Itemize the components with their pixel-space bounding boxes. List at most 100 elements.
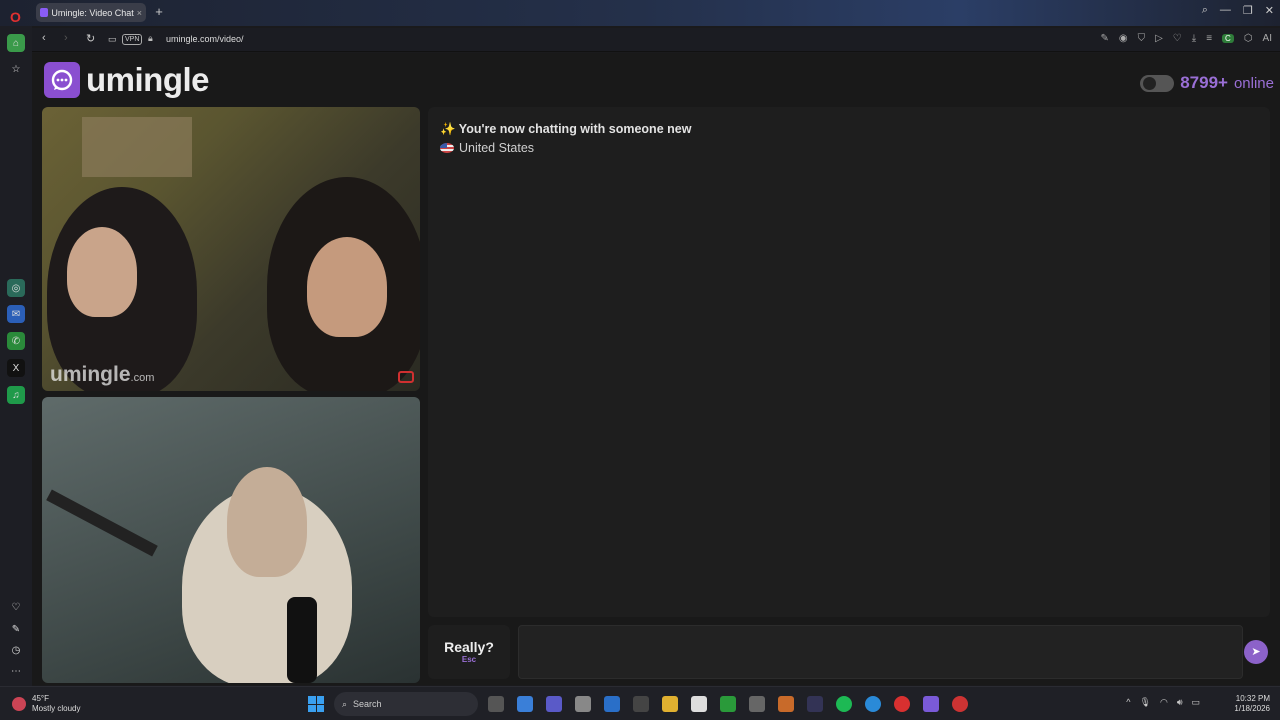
chatgpt-icon[interactable]: ◎ [7,279,25,297]
tray-chevron-icon[interactable]: ^ [1126,697,1130,708]
weather-cloud-icon [12,697,26,711]
watermark-suffix: .com [130,372,155,384]
steam-icon[interactable] [633,696,649,712]
wall-posters [82,117,192,177]
window-controls: ⌕ — ❐ ✕ [1202,4,1274,17]
blender-icon[interactable] [778,696,794,712]
home-icon[interactable]: ⌂ [7,34,25,52]
online-indicator: 8799+ online [1140,73,1274,93]
shield-icon[interactable]: ⛉ [1138,33,1146,44]
microphone [287,597,317,683]
system-message: ✨ You're now chatting with someone new [440,122,692,136]
chat-bubble-icon [44,62,80,98]
wifi-icon[interactable]: ◠ [1160,697,1168,708]
volume-icon[interactable]: 🔊︎ [1177,697,1183,708]
file-explorer-icon[interactable] [662,696,678,712]
url-field[interactable]: umingle.com/video/ [166,34,244,44]
whatsapp-icon[interactable]: ✆ [7,332,25,350]
page-content: umingle 8799+ online umingle.com ✨ You'r… [32,53,1280,685]
restore-icon[interactable]: ❐ [1243,4,1253,17]
windows-start-icon[interactable] [308,696,324,712]
skip-button[interactable]: Really? Esc [428,625,510,679]
steam-alt-icon[interactable] [807,696,823,712]
ai-icon[interactable]: AI [1263,33,1272,44]
battery-icon[interactable]: ▭ [1191,697,1200,708]
us-flag-icon [440,143,454,153]
search-tabs-icon[interactable]: ⌕ [1202,4,1208,17]
camera-icon[interactable]: ◉ [1119,33,1128,44]
brand-logo[interactable]: umingle [44,61,210,99]
close-window-icon[interactable]: ✕ [1265,4,1274,17]
copilot-icon[interactable] [517,696,533,712]
clock-date: 1/18/2026 [1234,704,1270,713]
chat-log: ✨ You're now chatting with someone new U… [428,107,1270,617]
self-video [42,397,420,683]
tab-title: Umingle: Video Chat [51,7,134,18]
back-icon[interactable]: ‹ [42,32,46,44]
edit-page-icon[interactable]: ✎ [1100,33,1108,44]
browser-tab[interactable]: Umingle: Video Chat × [36,3,146,22]
window-titlebar: Umingle: Video Chat × + ⌕ — ❐ ✕ [0,0,1280,26]
spotify-taskbar-icon[interactable] [836,696,852,712]
extension-toolbar: ✎ ◉ ⛉ ▷ ♡ ⤓ ≡ C ⬡ AI [1100,33,1272,44]
microphone-icon[interactable]: 🎙︎ [1140,697,1151,708]
address-bar: ‹ › ↻ ▭ VPN 🔒︎ umingle.com/video/ ✎ ◉ ⛉ … [32,28,1280,52]
skip-button-hint: Esc [461,655,477,664]
weather-condition: Mostly cloudy [32,704,81,713]
opera-taskbar-icon[interactable] [894,696,910,712]
store-icon[interactable] [575,696,591,712]
theme-toggle[interactable] [1140,74,1175,92]
edit-icon[interactable]: ✎ [7,620,25,638]
cube-icon[interactable]: ⬡ [1244,33,1253,44]
edge-icon[interactable] [865,696,881,712]
x-twitter-icon[interactable]: X [7,359,25,377]
search-label: Search [353,699,382,709]
minimize-icon[interactable]: — [1220,4,1231,17]
reload-icon[interactable]: ↻ [86,32,95,45]
new-tab-button[interactable]: + [152,5,166,19]
taskbar: 45°F Mostly cloudy ⌕ Search ^ 🎙︎ ◠ 🔊︎ ▭ … [0,686,1280,720]
bookmark-star-icon[interactable]: ☆ [7,60,25,78]
extension-c-icon[interactable]: C [1222,34,1234,43]
messenger-icon[interactable]: ✉ [7,305,25,323]
send-arrow-icon: ➤ [1251,646,1261,658]
more-icon[interactable]: ⋯ [7,662,25,680]
spotify-icon[interactable]: ♫ [7,386,25,404]
task-view-icon[interactable] [488,696,504,712]
mic-arm [46,489,158,557]
play-icon[interactable]: ▷ [1155,33,1163,44]
split-screen-icon[interactable]: ▭ [108,34,117,45]
app-icon[interactable] [952,696,968,712]
teams-icon[interactable] [546,696,562,712]
menu-icon[interactable]: ≡ [1206,33,1212,44]
clock[interactable]: 10:32 PM 1/18/2026 [1234,694,1270,714]
temperature: 45°F [32,694,49,703]
face-left [67,227,137,317]
taskbar-search[interactable]: ⌕ Search [334,692,478,716]
notepad-icon[interactable] [691,696,707,712]
settings-gear-icon[interactable] [749,696,765,712]
online-count: 8799+ [1180,73,1228,92]
message-input[interactable] [518,625,1243,679]
opera-logo-icon[interactable]: O [10,9,21,25]
xbox-icon[interactable] [720,696,736,712]
stranger-country: United States [440,141,534,155]
clock-time: 10:32 PM [1235,694,1270,703]
download-icon[interactable]: ⤓ [1192,33,1196,44]
heart-outline-icon[interactable]: ♡ [1173,33,1182,44]
search-icon: ⌕ [342,698,348,709]
discord-icon[interactable] [923,696,939,712]
report-flag-icon[interactable] [398,371,414,383]
watermark: umingle.com [50,363,154,387]
browser-sidebar: O ⌂ ☆ ◎ ✉ ✆ X ♫ ♡ ✎ ◷ ⋯ [0,9,32,686]
weather-widget[interactable]: 45°F Mostly cloudy [12,694,80,714]
vpn-badge[interactable]: VPN [122,34,143,45]
lock-icon[interactable]: 🔒︎ [148,33,153,44]
history-icon[interactable]: ◷ [7,641,25,659]
heart-icon[interactable]: ♡ [7,598,25,616]
umingle-favicon-icon [40,8,49,17]
outlook-icon[interactable] [604,696,620,712]
close-tab-icon[interactable]: × [137,8,142,18]
forward-icon[interactable]: › [64,32,68,44]
send-button[interactable]: ➤ [1244,640,1268,664]
